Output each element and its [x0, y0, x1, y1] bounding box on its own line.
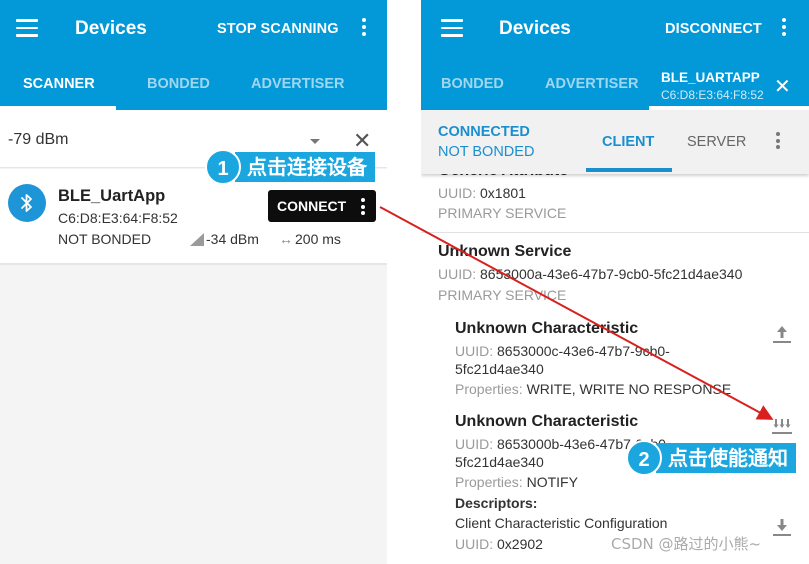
- divider: [421, 232, 809, 233]
- interval-arrows-icon: ↔: [279, 231, 293, 247]
- client-tab-indicator: [586, 168, 672, 172]
- hamburger-menu-icon[interactable]: [16, 19, 38, 37]
- enable-notify-icon[interactable]: [770, 415, 794, 437]
- bluetooth-icon: [8, 184, 46, 222]
- scanner-screen: Devices STOP SCANNING SCANNER BONDED ADV…: [0, 0, 387, 564]
- clear-filter-close-icon[interactable]: ✕: [353, 130, 371, 152]
- disconnect-button[interactable]: DISCONNECT: [665, 21, 762, 37]
- service-type: PRIMARY SERVICE: [438, 287, 567, 303]
- tab-server[interactable]: SERVER: [687, 134, 746, 150]
- device-client-screen: Devices DISCONNECT BONDED ADVERTISER BLE…: [421, 0, 809, 564]
- service-uuid: UUID: 0x1801: [438, 185, 526, 201]
- stop-scanning-button[interactable]: STOP SCANNING: [217, 21, 339, 37]
- tab-bonded[interactable]: BONDED: [441, 76, 504, 92]
- characteristic-properties: Properties: NOTIFY: [455, 474, 578, 490]
- connect-button[interactable]: CONNECT: [268, 190, 376, 222]
- app-bar: Devices STOP SCANNING SCANNER BONDED ADV…: [0, 0, 387, 110]
- tab-bonded[interactable]: BONDED: [147, 76, 210, 92]
- callout-text: 点击连接设备: [235, 152, 375, 182]
- dropdown-arrow-icon[interactable]: [310, 139, 320, 144]
- interval-value: 200 ms: [295, 231, 341, 247]
- device-mac-address: C6:D8:E3:64:F8:52: [58, 210, 178, 226]
- connect-button-label: CONNECT: [277, 198, 347, 214]
- tab-advertiser[interactable]: ADVERTISER: [545, 76, 638, 92]
- app-title: Devices: [75, 18, 147, 39]
- callout-text: 点击使能通知: [656, 443, 796, 473]
- more-vertical-icon[interactable]: [361, 198, 365, 218]
- device-list-item[interactable]: BLE_UartApp C6:D8:E3:64:F8:52 NOT BONDED…: [0, 169, 387, 265]
- rssi-value: -34 dBm: [206, 231, 259, 247]
- device-name: BLE_UartApp: [58, 187, 166, 205]
- rssi-filter-value[interactable]: -79 dBm: [8, 131, 68, 149]
- device-bond-state: NOT BONDED: [58, 231, 152, 247]
- characteristic-uuid-cont: 5fc21d4ae340: [455, 361, 544, 377]
- watermark: CSDN @路过的小熊~: [611, 535, 762, 553]
- app-title: Devices: [499, 18, 571, 39]
- app-bar: Devices DISCONNECT BONDED ADVERTISER BLE…: [421, 0, 809, 110]
- characteristic-name: Unknown Characteristic: [455, 413, 639, 430]
- characteristic-uuid: UUID: 8653000c-43e6-47b7-9cb0-: [455, 343, 670, 359]
- bond-state: NOT BONDED: [438, 144, 535, 160]
- characteristic-properties: Properties: WRITE, WRITE NO RESPONSE: [455, 381, 732, 397]
- tab-client[interactable]: CLIENT: [602, 134, 654, 150]
- characteristic-name: Unknown Characteristic: [455, 320, 639, 337]
- tab-device-mac: C6:D8:E3:64:F8:52: [661, 88, 764, 102]
- callout-number: 1: [205, 149, 241, 185]
- more-vertical-icon[interactable]: [361, 18, 367, 40]
- upload-write-icon[interactable]: [770, 323, 794, 345]
- advertising-interval: ↔ 200 ms: [279, 231, 341, 247]
- descriptor-uuid: UUID: 0x2902: [455, 536, 543, 552]
- descriptors-heading: Descriptors:: [455, 495, 538, 511]
- callout-number: 2: [626, 440, 662, 476]
- tab-advertiser[interactable]: ADVERTISER: [251, 76, 344, 92]
- service-type: PRIMARY SERVICE: [438, 205, 567, 221]
- device-rssi: -34 dBm: [190, 231, 259, 247]
- service-name: Unknown Service: [438, 243, 572, 260]
- characteristic-uuid-cont: 5fc21d4ae340: [455, 454, 544, 470]
- connection-state: CONNECTED: [438, 124, 530, 140]
- descriptor-name: Client Characteristic Configuration: [455, 515, 668, 531]
- more-vertical-icon[interactable]: [776, 132, 780, 152]
- tab-scanner[interactable]: SCANNER: [23, 76, 95, 92]
- connection-status-bar: CONNECTED NOT BONDED CLIENT SERVER: [421, 110, 809, 174]
- signal-strength-icon: [190, 233, 204, 246]
- download-read-icon[interactable]: [770, 516, 794, 538]
- hamburger-menu-icon[interactable]: [441, 19, 463, 37]
- close-device-tab-icon[interactable]: ✕: [774, 76, 791, 98]
- tab-device-ble-uartapp[interactable]: BLE_UARTAPP: [661, 70, 760, 85]
- service-uuid: UUID: 8653000a-43e6-47b7-9cb0-5fc21d4ae3…: [438, 266, 743, 282]
- more-vertical-icon[interactable]: [781, 18, 787, 40]
